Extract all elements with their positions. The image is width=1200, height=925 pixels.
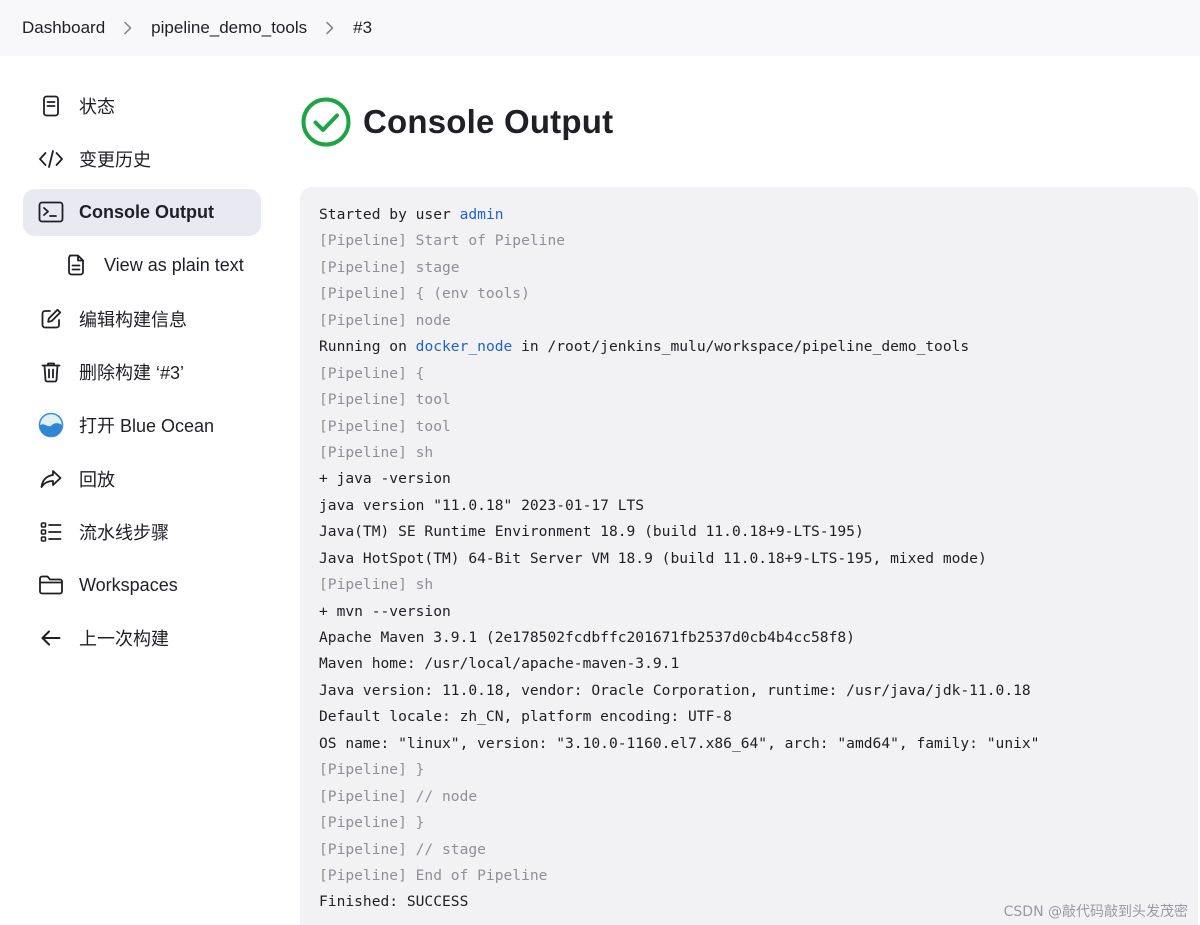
sidebar-item-delete-build[interactable]: 删除构建 ‘#3’	[23, 348, 261, 395]
console-line: Running on docker_node in /root/jenkins_…	[319, 334, 1198, 360]
sidebar-item-blue-ocean[interactable]: 打开 Blue Ocean	[23, 402, 261, 449]
sidebar-item-label: Workspaces	[79, 574, 178, 595]
console-line: [Pipeline] stage	[319, 258, 460, 276]
console-line: [Pipeline] // node	[319, 787, 478, 805]
sidebar-item-previous-build[interactable]: 上一次构建	[23, 615, 261, 662]
console-link[interactable]: admin	[460, 206, 504, 223]
console-line: [Pipeline] {	[319, 364, 425, 382]
console-line: [Pipeline] sh	[319, 443, 434, 461]
breadcrumb-dashboard[interactable]: Dashboard	[22, 18, 105, 38]
blue-ocean-icon	[38, 412, 64, 438]
console-line: Default locale: zh_CN, platform encoding…	[319, 708, 732, 726]
file-icon	[63, 252, 89, 278]
sidebar-item-pipeline-steps[interactable]: 流水线步骤	[23, 508, 261, 555]
sidebar-item-label: Console Output	[79, 201, 214, 222]
sidebar-item-status[interactable]: 状态	[23, 82, 261, 129]
trash-icon	[38, 359, 64, 385]
console-line: Java HotSpot(TM) 64-Bit Server VM 18.9 (…	[319, 549, 987, 567]
console-line: [Pipeline] Start of Pipeline	[319, 232, 566, 250]
console-line: + mvn --version	[319, 602, 451, 620]
breadcrumb: Dashboard pipeline_demo_tools #3	[0, 0, 1200, 56]
console-text: in /root/jenkins_mulu/workspace/pipeline…	[512, 338, 970, 356]
page-title: Console Output	[363, 103, 614, 140]
console-line: Apache Maven 3.9.1 (2e178502fcdbffc20167…	[319, 629, 855, 646]
sidebar-item-replay[interactable]: 回放	[23, 455, 261, 502]
breadcrumb-build[interactable]: #3	[353, 18, 372, 38]
sidebar-item-label: 变更历史	[79, 149, 151, 170]
sidebar-item-label: View as plain text	[104, 254, 244, 275]
success-check-icon	[301, 97, 351, 147]
chevron-right-icon	[123, 21, 133, 35]
console-line: java version "11.0.18" 2023-01-17 LTS	[319, 496, 645, 514]
page-header: Console Output	[301, 97, 613, 147]
console-line: Java version: 11.0.18, vendor: Oracle Co…	[319, 681, 1031, 699]
console-line: Started by user admin	[319, 202, 1198, 228]
sidebar-item-label: 删除构建 ‘#3’	[79, 362, 185, 383]
console-line: + java -version	[319, 470, 451, 488]
console-line: [Pipeline] // stage	[319, 840, 486, 858]
console-line: [Pipeline] tool	[319, 417, 451, 435]
sidebar-item-edit-build[interactable]: 编辑构建信息	[23, 295, 261, 342]
sidebar-item-label: 编辑构建信息	[79, 309, 187, 330]
console-line: [Pipeline] node	[319, 311, 451, 329]
sidebar: 状态 变更历史 Console Output View as plain tex…	[23, 82, 261, 668]
console-line: [Pipeline] { (env tools)	[319, 285, 530, 303]
sidebar-item-label: 状态	[79, 96, 115, 117]
watermark: CSDN @敲代码敲到头发茂密	[1003, 904, 1188, 920]
console-line: [Pipeline] }	[319, 761, 425, 779]
terminal-icon	[38, 199, 64, 225]
breadcrumb-job[interactable]: pipeline_demo_tools	[151, 18, 307, 38]
console-line: [Pipeline] tool	[319, 391, 451, 409]
console-line: Maven home: /usr/local/apache-maven-3.9.…	[319, 655, 680, 673]
sidebar-item-changes[interactable]: 变更历史	[23, 135, 261, 182]
sidebar-item-label: 打开 Blue Ocean	[79, 416, 215, 437]
replay-icon	[38, 466, 64, 492]
console-link[interactable]: docker_node	[416, 338, 513, 355]
arrow-left-icon	[38, 625, 64, 651]
edit-icon	[38, 306, 64, 332]
console-line: [Pipeline] }	[319, 814, 425, 832]
console-output: Started by user admin [Pipeline] Start of…	[300, 187, 1198, 925]
chevron-right-icon	[325, 21, 335, 35]
sidebar-item-plain-text[interactable]: View as plain text	[23, 242, 261, 289]
console-line: Java(TM) SE Runtime Environment 18.9 (bu…	[319, 523, 864, 541]
console-text: Started by user	[319, 206, 460, 223]
sidebar-item-label: 上一次构建	[79, 629, 169, 650]
sidebar-item-label: 流水线步骤	[79, 522, 169, 543]
console-line: [Pipeline] End of Pipeline	[319, 866, 548, 884]
steps-icon	[38, 519, 64, 545]
code-icon	[38, 146, 64, 172]
sidebar-item-label: 回放	[79, 469, 115, 490]
sidebar-item-console-output[interactable]: Console Output	[23, 188, 261, 236]
folder-icon	[38, 572, 64, 598]
document-icon	[38, 93, 64, 119]
sidebar-item-workspaces[interactable]: Workspaces	[23, 562, 261, 609]
console-line: OS name: "linux", version: "3.10.0-1160.…	[319, 734, 1040, 752]
console-text: Running on	[319, 338, 416, 356]
console-line: [Pipeline] sh	[319, 576, 434, 594]
